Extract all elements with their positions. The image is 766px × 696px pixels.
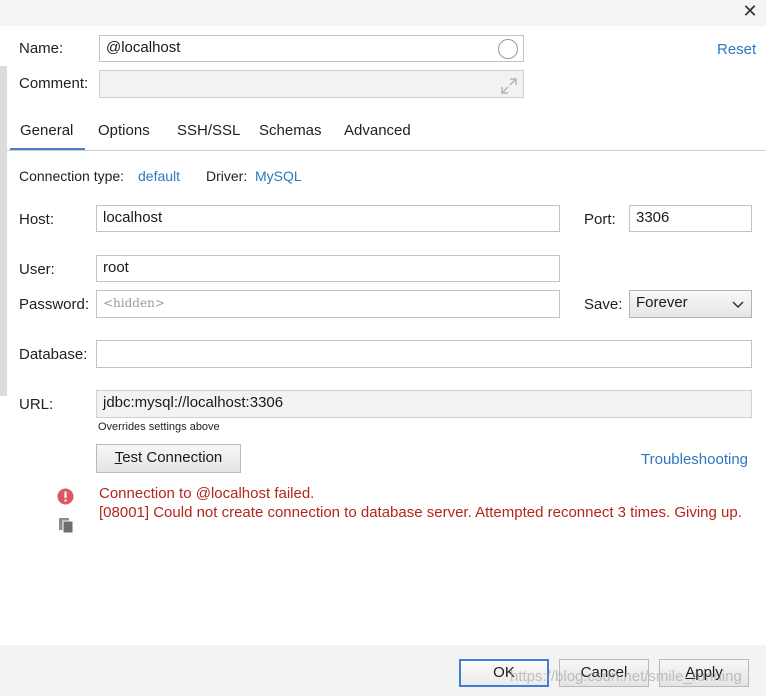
copy-icon[interactable] <box>58 517 75 534</box>
test-connection-button[interactable]: Test Connection <box>96 444 241 473</box>
ok-button[interactable]: OK <box>459 659 549 687</box>
host-input[interactable]: localhost <box>96 205 560 232</box>
troubleshooting-link[interactable]: Troubleshooting <box>641 451 748 469</box>
apply-label: pply <box>695 664 723 681</box>
close-icon[interactable]: ✕ <box>741 1 759 21</box>
password-input[interactable]: <hidden> <box>96 290 560 318</box>
port-label: Port: <box>584 211 616 228</box>
comment-input[interactable] <box>99 70 524 98</box>
window-left-edge <box>0 66 7 396</box>
tab-ssh-ssl[interactable]: SSH/SSL <box>167 120 250 151</box>
url-value: jdbc:mysql://localhost:3306 <box>103 394 284 411</box>
password-label: Password: <box>19 296 90 313</box>
name-input[interactable]: @localhost <box>99 35 524 62</box>
database-input[interactable] <box>96 340 752 368</box>
url-label: URL: <box>19 396 54 413</box>
expand-icon[interactable] <box>500 77 518 95</box>
color-circle-icon[interactable] <box>498 39 518 59</box>
reset-link[interactable]: Reset <box>717 41 756 59</box>
driver-link[interactable]: MySQL <box>255 167 302 185</box>
cancel-button[interactable]: Cancel <box>559 659 649 687</box>
error-icon <box>57 488 74 505</box>
name-value: @localhost <box>106 39 181 56</box>
user-input[interactable]: root <box>96 255 560 282</box>
connection-type-link[interactable]: default <box>138 167 180 185</box>
tab-advanced[interactable]: Advanced <box>334 120 421 151</box>
host-value: localhost <box>103 209 163 226</box>
save-selected-value: Forever <box>636 294 688 311</box>
error-message-title: Connection to @localhost failed. <box>99 485 315 502</box>
port-value: 3306 <box>636 209 670 226</box>
url-note: Overrides settings above <box>98 421 220 433</box>
port-input[interactable]: 3306 <box>629 205 752 232</box>
user-value: root <box>103 259 129 276</box>
name-label: Name: <box>19 40 64 57</box>
password-placeholder: <hidden> <box>103 296 165 310</box>
host-label: Host: <box>19 211 55 228</box>
footer-bar <box>0 645 766 696</box>
apply-mnemonic: A <box>685 664 696 681</box>
tab-general[interactable]: General <box>10 120 85 151</box>
test-connection-label: est Connection <box>122 449 223 466</box>
connection-type-label: Connection type: <box>19 168 125 184</box>
tab-schemas[interactable]: Schemas <box>249 120 332 151</box>
user-label: User: <box>19 261 55 278</box>
apply-button[interactable]: Apply <box>659 659 749 687</box>
tab-options[interactable]: Options <box>88 120 160 151</box>
comment-label: Comment: <box>19 75 89 92</box>
chevron-down-icon <box>731 297 745 311</box>
save-label: Save: <box>584 296 623 313</box>
title-bar <box>0 0 766 26</box>
tabs-divider <box>7 150 766 151</box>
database-label: Database: <box>19 346 88 363</box>
url-input[interactable]: jdbc:mysql://localhost:3306 <box>96 390 752 418</box>
driver-label: Driver: <box>206 168 248 184</box>
error-message-detail: [08001] Could not create connection to d… <box>99 504 742 521</box>
